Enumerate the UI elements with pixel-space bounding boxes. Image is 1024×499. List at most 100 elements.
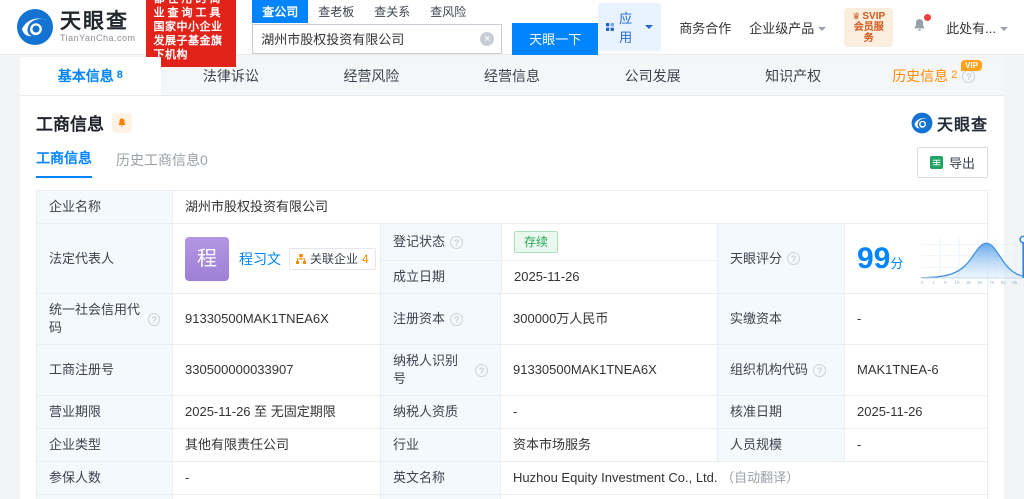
table-row: 企业类型 其他有限责任公司 行业 资本市场服务 人员规模 - <box>37 428 987 461</box>
field-label: 成立日期 <box>381 261 501 293</box>
subtab-history-business-info[interactable]: 历史工商信息0 <box>116 150 208 178</box>
tab-legal-litigation[interactable]: 法律诉讼 <box>161 57 302 95</box>
search-tab-risk[interactable]: 查风险 <box>420 0 476 23</box>
paid-capital-value: - <box>844 294 987 344</box>
chevron-down-icon <box>1000 26 1008 35</box>
tab-history-info[interactable]: 历史信息2 VIP <box>863 57 1004 95</box>
search-tab-company[interactable]: 查公司 <box>252 0 309 23</box>
field-label: 注册地址 <box>380 495 500 499</box>
help-icon[interactable] <box>475 363 488 377</box>
nav-enterprise-products[interactable]: 企业级产品 <box>749 18 827 37</box>
avatar[interactable]: 程 <box>185 236 229 281</box>
svg-text:70: 70 <box>990 280 995 285</box>
watermark-logo: 天眼查 <box>911 111 988 135</box>
field-label: 纳税人识别号 <box>380 345 500 395</box>
credit-code-value: 91330500MAK1TNEA6X <box>172 294 380 344</box>
help-icon[interactable] <box>450 312 464 326</box>
tab-company-development[interactable]: 公司发展 <box>582 57 723 95</box>
established-date-value: 2025-11-26 <box>501 261 718 293</box>
score-distribution-chart: 0 1 5 15 30 50 70 85 95 100 <box>921 235 1024 285</box>
industry-value: 资本市场服务 <box>500 429 717 461</box>
field-label: 行业 <box>380 429 500 461</box>
chevron-down-icon <box>645 25 654 33</box>
top-bar: 天眼查 TianYanCha.com 都在用的商业查询工具 国家中小企业发展子基… <box>0 0 1024 67</box>
score-value: 99 <box>857 241 891 275</box>
reg-authority-value: 湖州市市场监督管理局 <box>172 495 380 499</box>
field-label: 核准日期 <box>717 396 844 428</box>
org-chart-icon <box>296 253 306 264</box>
tab-operation-risk[interactable]: 经营风险 <box>301 57 442 95</box>
approval-date-value: 2025-11-26 <box>844 396 987 428</box>
tab-count: 8 <box>116 69 123 81</box>
field-label: 组织机构代码 <box>717 345 844 395</box>
top-nav: 应用 商务合作 企业级产品 SVIP 会员服务 此处有... <box>598 3 1008 51</box>
legal-rep-cell: 程 程习文 关联企业 4 <box>172 224 380 293</box>
tab-operation-info[interactable]: 经营信息 <box>442 57 583 95</box>
business-info-card: 工商信息 天眼查 工商信息 历史工商信息0 导出 企业名称 湖州市股权投资有限公… <box>20 96 1024 499</box>
table-row: 营业期限 2025-11-26 至 无固定期限 纳税人资质 - 核准日期 202… <box>37 395 987 428</box>
nav-business-cooperation[interactable]: 商务合作 <box>679 18 731 37</box>
logo-domain: TianYanCha.com <box>60 33 136 43</box>
help-icon[interactable] <box>787 252 801 265</box>
table-row: 企业名称 湖州市股权投资有限公司 <box>37 191 987 223</box>
reg-capital-value: 300000万人民币 <box>500 294 717 344</box>
field-label: 法定代表人 <box>37 224 172 293</box>
taxpayer-id-value: 91330500MAK1TNEA6X <box>500 345 717 395</box>
svg-text:50: 50 <box>978 280 983 285</box>
banner-line1: 都在用的商业查询工具 <box>153 0 224 19</box>
user-menu[interactable]: 此处有... <box>946 18 1008 37</box>
field-label: 企业类型 <box>37 429 172 461</box>
score-unit: 分 <box>890 255 904 271</box>
svg-text:30: 30 <box>966 280 971 285</box>
help-icon[interactable] <box>148 312 160 326</box>
tab-basic-info[interactable]: 基本信息 8 <box>20 57 161 95</box>
field-label: 天眼评分 <box>717 224 844 293</box>
search-area: 查公司 查老板 查关系 查风险 天眼一下 <box>252 0 599 55</box>
company-name-value: 湖州市股权投资有限公司 <box>172 191 987 223</box>
subscribe-bell-icon[interactable] <box>112 112 132 133</box>
watermark-text: 天眼查 <box>936 116 988 134</box>
help-icon[interactable] <box>813 363 827 377</box>
score-axis-ticks: 0 1 5 15 30 50 70 85 95 100 <box>921 280 1018 285</box>
table-row: 工商注册号 330500000033907 纳税人识别号 91330500MAK… <box>37 344 987 395</box>
svg-text:85: 85 <box>1001 280 1006 285</box>
svip-sublabel: 会员服务 <box>853 21 884 44</box>
field-label: 登记状态 <box>381 224 501 260</box>
score-cell: 99分 0 1 5 15 30 50 70 85 95 <box>844 224 1024 293</box>
reg-status-cell: 存续 <box>501 224 718 260</box>
export-button[interactable]: 导出 <box>916 147 988 178</box>
help-icon[interactable] <box>450 235 464 249</box>
search-button[interactable]: 天眼一下 <box>512 22 599 55</box>
svip-label: SVIP <box>852 11 885 22</box>
export-excel-icon <box>929 156 943 169</box>
apps-menu[interactable]: 应用 <box>598 3 662 51</box>
clear-icon[interactable] <box>480 31 495 46</box>
related-companies-badge[interactable]: 关联企业 4 <box>289 247 376 270</box>
score-marker-dot <box>1019 235 1024 243</box>
logo-name: 天眼查 <box>60 10 129 33</box>
tianyancha-logo[interactable]: 天眼查 TianYanCha.com <box>16 8 136 46</box>
field-label: 纳税人资质 <box>380 396 500 428</box>
tab-intellectual-property[interactable]: 知识产权 <box>723 57 864 95</box>
tianyancha-logo-icon <box>17 9 53 45</box>
svip-badge[interactable]: SVIP 会员服务 <box>844 7 894 47</box>
svg-text:5: 5 <box>945 280 948 285</box>
legal-rep-link[interactable]: 程习文 <box>239 250 281 268</box>
notifications-bell[interactable] <box>911 14 932 37</box>
search-tab-relation[interactable]: 查关系 <box>364 0 420 23</box>
banner-line2: 国家中小企业发展子基金旗下机构 <box>153 21 223 61</box>
table-row: 登记机关 湖州市市场监督管理局 注册地址 浙江省湖州市湖州南太湖新区仁皇山街道仁… <box>37 494 987 499</box>
help-icon[interactable] <box>962 69 976 83</box>
search-input[interactable] <box>252 23 503 54</box>
search-tabs: 查公司 查老板 查关系 查风险 <box>252 0 598 23</box>
subtab-business-info[interactable]: 工商信息 <box>36 148 92 178</box>
status-badge: 存续 <box>514 231 559 253</box>
svg-text:15: 15 <box>955 280 960 285</box>
field-label: 统一社会信用代码 <box>37 294 172 344</box>
search-tab-boss[interactable]: 查老板 <box>308 0 364 23</box>
field-label: 人员规模 <box>717 429 844 461</box>
svg-text:95: 95 <box>1013 280 1018 285</box>
notification-dot <box>924 14 932 21</box>
field-label: 参保人数 <box>37 462 172 494</box>
english-name-value: Huzhou Equity Investment Co., Ltd. （自动翻译… <box>500 462 987 494</box>
